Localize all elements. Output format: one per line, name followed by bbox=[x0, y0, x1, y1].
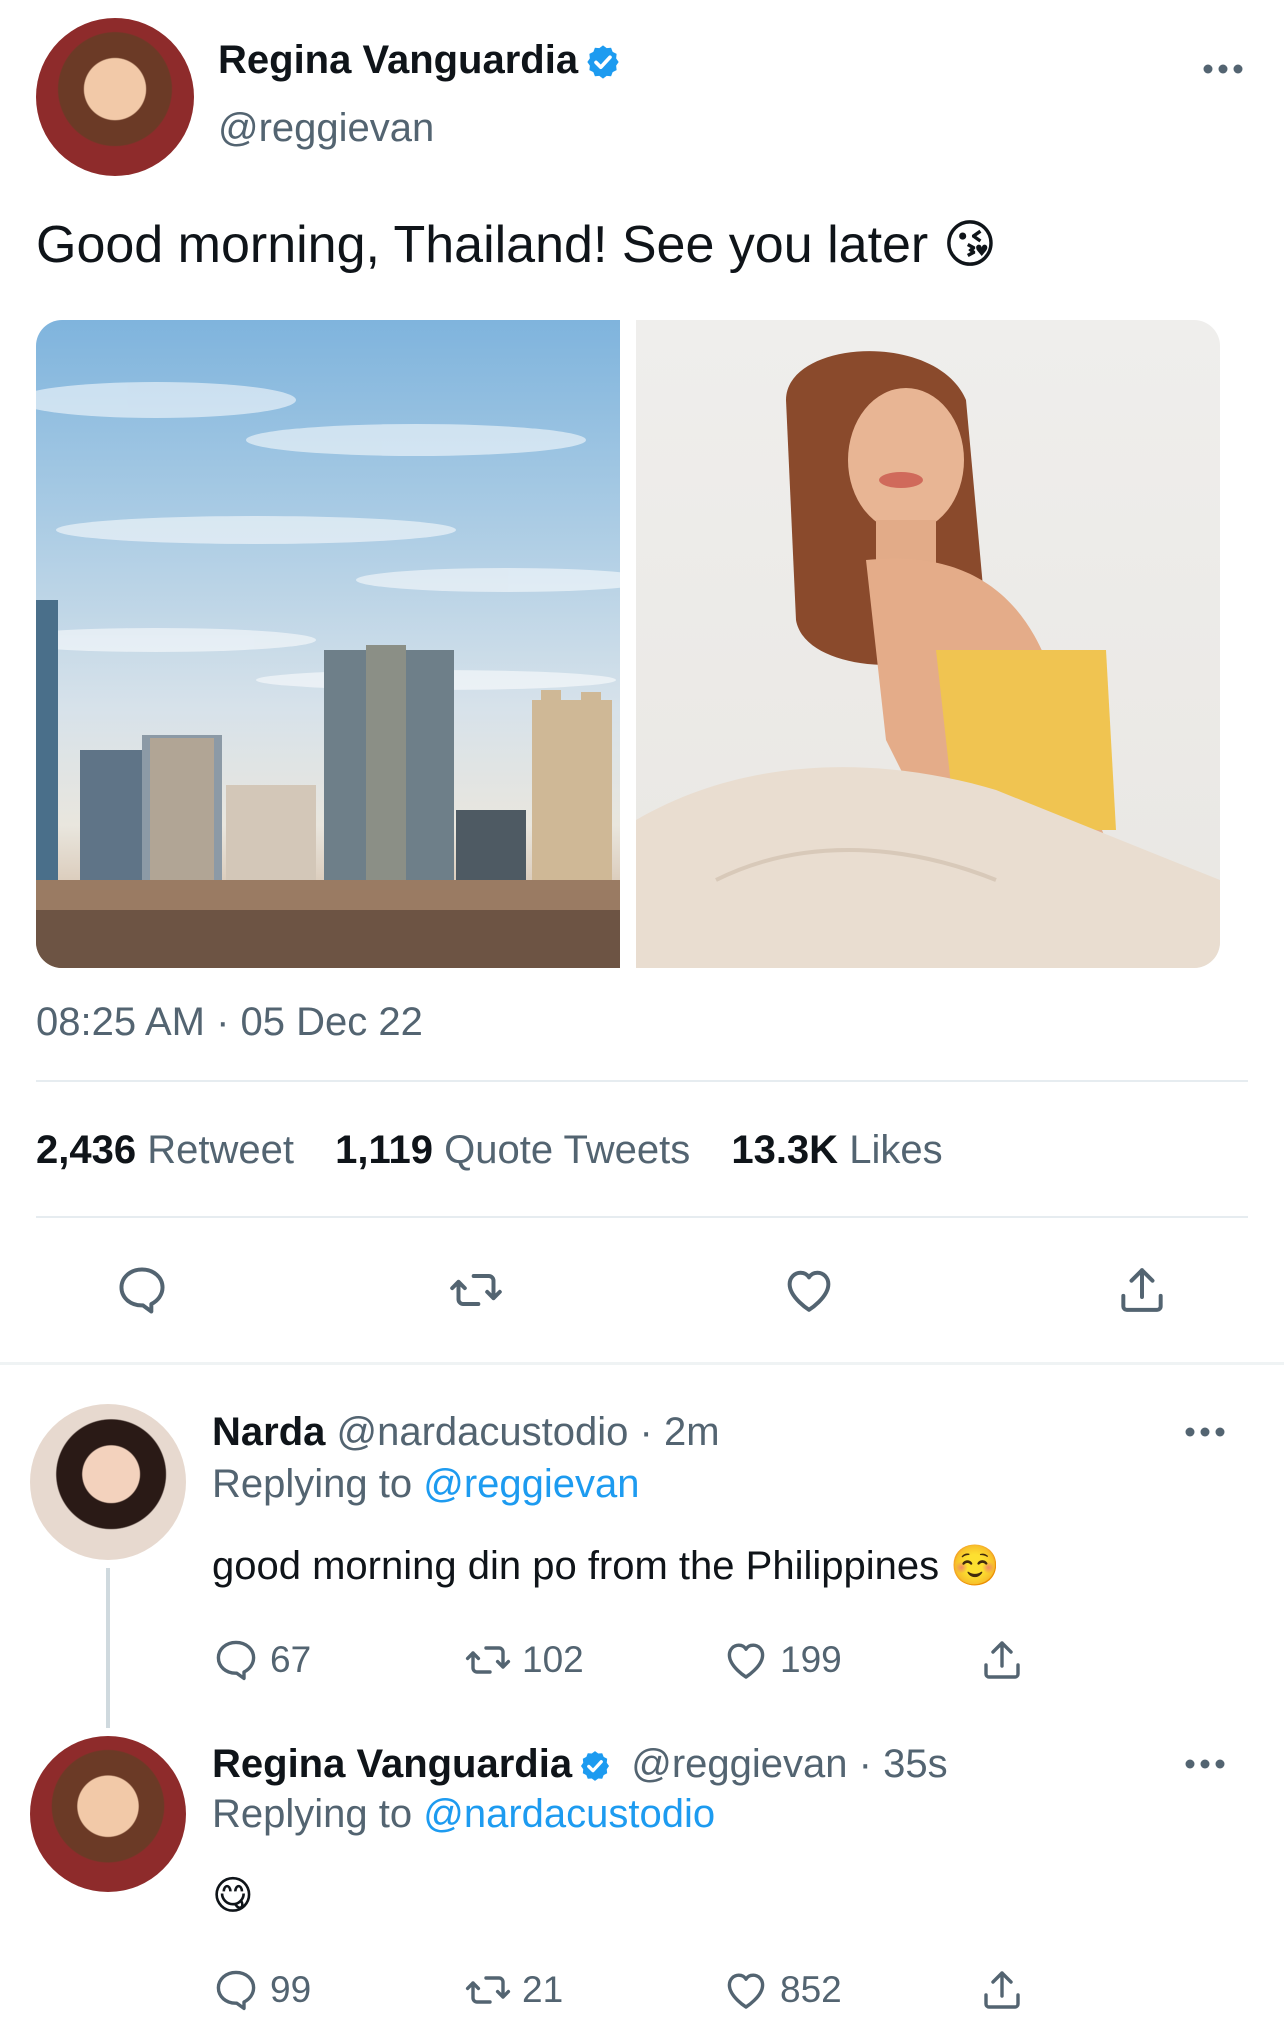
retweet-icon bbox=[465, 1646, 511, 1674]
replying-to: Replying to @reggievan bbox=[212, 1462, 640, 1506]
thread-connector-line bbox=[106, 1568, 110, 1728]
share-upload-icon[interactable] bbox=[978, 1636, 1026, 1684]
reply-header: Regina Vanguardia @reggievan · 35s bbox=[212, 1740, 948, 1788]
share-upload-icon[interactable] bbox=[1114, 1262, 1170, 1318]
more-horizontal-icon[interactable] bbox=[1184, 1758, 1226, 1770]
reply-author-avatar[interactable] bbox=[30, 1736, 186, 1892]
reply-bubble-icon[interactable] bbox=[114, 1262, 170, 1318]
more-horizontal-icon[interactable] bbox=[1202, 63, 1244, 75]
reply-author-handle[interactable]: @nardacustodio bbox=[337, 1410, 629, 1454]
reply-author-handle[interactable]: @reggievan bbox=[631, 1742, 847, 1786]
replying-to-handle[interactable]: @reggievan bbox=[423, 1462, 639, 1506]
heart-icon bbox=[727, 1973, 765, 2009]
retweets-stat[interactable]: 2,436 Retweet bbox=[36, 1128, 294, 1172]
reply-time[interactable]: · 35s bbox=[859, 1742, 948, 1786]
media-photo-city-skyline[interactable] bbox=[36, 320, 620, 968]
replying-to: Replying to @nardacustodio bbox=[212, 1792, 716, 1836]
reply-action-retweet[interactable]: 102 bbox=[464, 1636, 584, 1684]
city-skyline-graphic bbox=[36, 382, 620, 968]
verified-badge-icon bbox=[581, 1751, 610, 1782]
divider bbox=[36, 1080, 1248, 1082]
verified-badge-icon bbox=[587, 45, 619, 80]
reply-action-reply[interactable]: 99 bbox=[212, 1966, 311, 2014]
reply-bubble-icon bbox=[216, 1640, 256, 1681]
retweet-icon bbox=[465, 1976, 511, 2004]
reply-header: Narda @nardacustodio · 2m bbox=[212, 1408, 720, 1456]
reply-author-avatar[interactable] bbox=[30, 1404, 186, 1560]
reply-action-retweet[interactable]: 21 bbox=[464, 1966, 563, 2014]
reply-time[interactable]: · 2m bbox=[640, 1410, 720, 1454]
reply-text: good morning din po from the Philippines… bbox=[212, 1544, 1001, 1588]
tweet-text: Good morning, Thailand! See you later 😘 bbox=[36, 216, 997, 274]
divider bbox=[36, 1216, 1248, 1218]
heart-icon bbox=[727, 1643, 765, 1679]
author-name[interactable]: Regina Vanguardia bbox=[218, 38, 578, 82]
share-upload-icon[interactable] bbox=[978, 1966, 1026, 2014]
reply-bubble-icon bbox=[216, 1970, 256, 2011]
retweet-icon[interactable] bbox=[448, 1262, 504, 1318]
media-photo-portrait[interactable] bbox=[636, 320, 1220, 968]
tweet-timestamp[interactable]: 08:25 AM · 05 Dec 22 bbox=[36, 998, 423, 1046]
portrait-graphic bbox=[636, 351, 1220, 968]
replying-to-handle[interactable]: @nardacustodio bbox=[423, 1792, 715, 1836]
reply-action-like[interactable]: 852 bbox=[722, 1966, 842, 2014]
section-divider bbox=[0, 1362, 1284, 1365]
reply-author-name[interactable]: Narda bbox=[212, 1410, 325, 1454]
heart-icon[interactable] bbox=[781, 1262, 837, 1318]
quote-tweets-stat[interactable]: 1,119 Quote Tweets bbox=[335, 1128, 690, 1172]
author-avatar[interactable] bbox=[36, 18, 194, 176]
reply-action-like[interactable]: 199 bbox=[722, 1636, 842, 1684]
reply-action-reply[interactable]: 67 bbox=[212, 1636, 311, 1684]
reply-author-name[interactable]: Regina Vanguardia bbox=[212, 1742, 572, 1786]
author-handle[interactable]: @reggievan bbox=[218, 104, 434, 152]
tweet-stats: 2,436 Retweet 1,119 Quote Tweets 13.3K L… bbox=[36, 1126, 943, 1174]
likes-stat[interactable]: 13.3K Likes bbox=[731, 1128, 942, 1172]
reply-text: 😋 bbox=[212, 1874, 254, 1918]
more-horizontal-icon[interactable] bbox=[1184, 1426, 1226, 1438]
